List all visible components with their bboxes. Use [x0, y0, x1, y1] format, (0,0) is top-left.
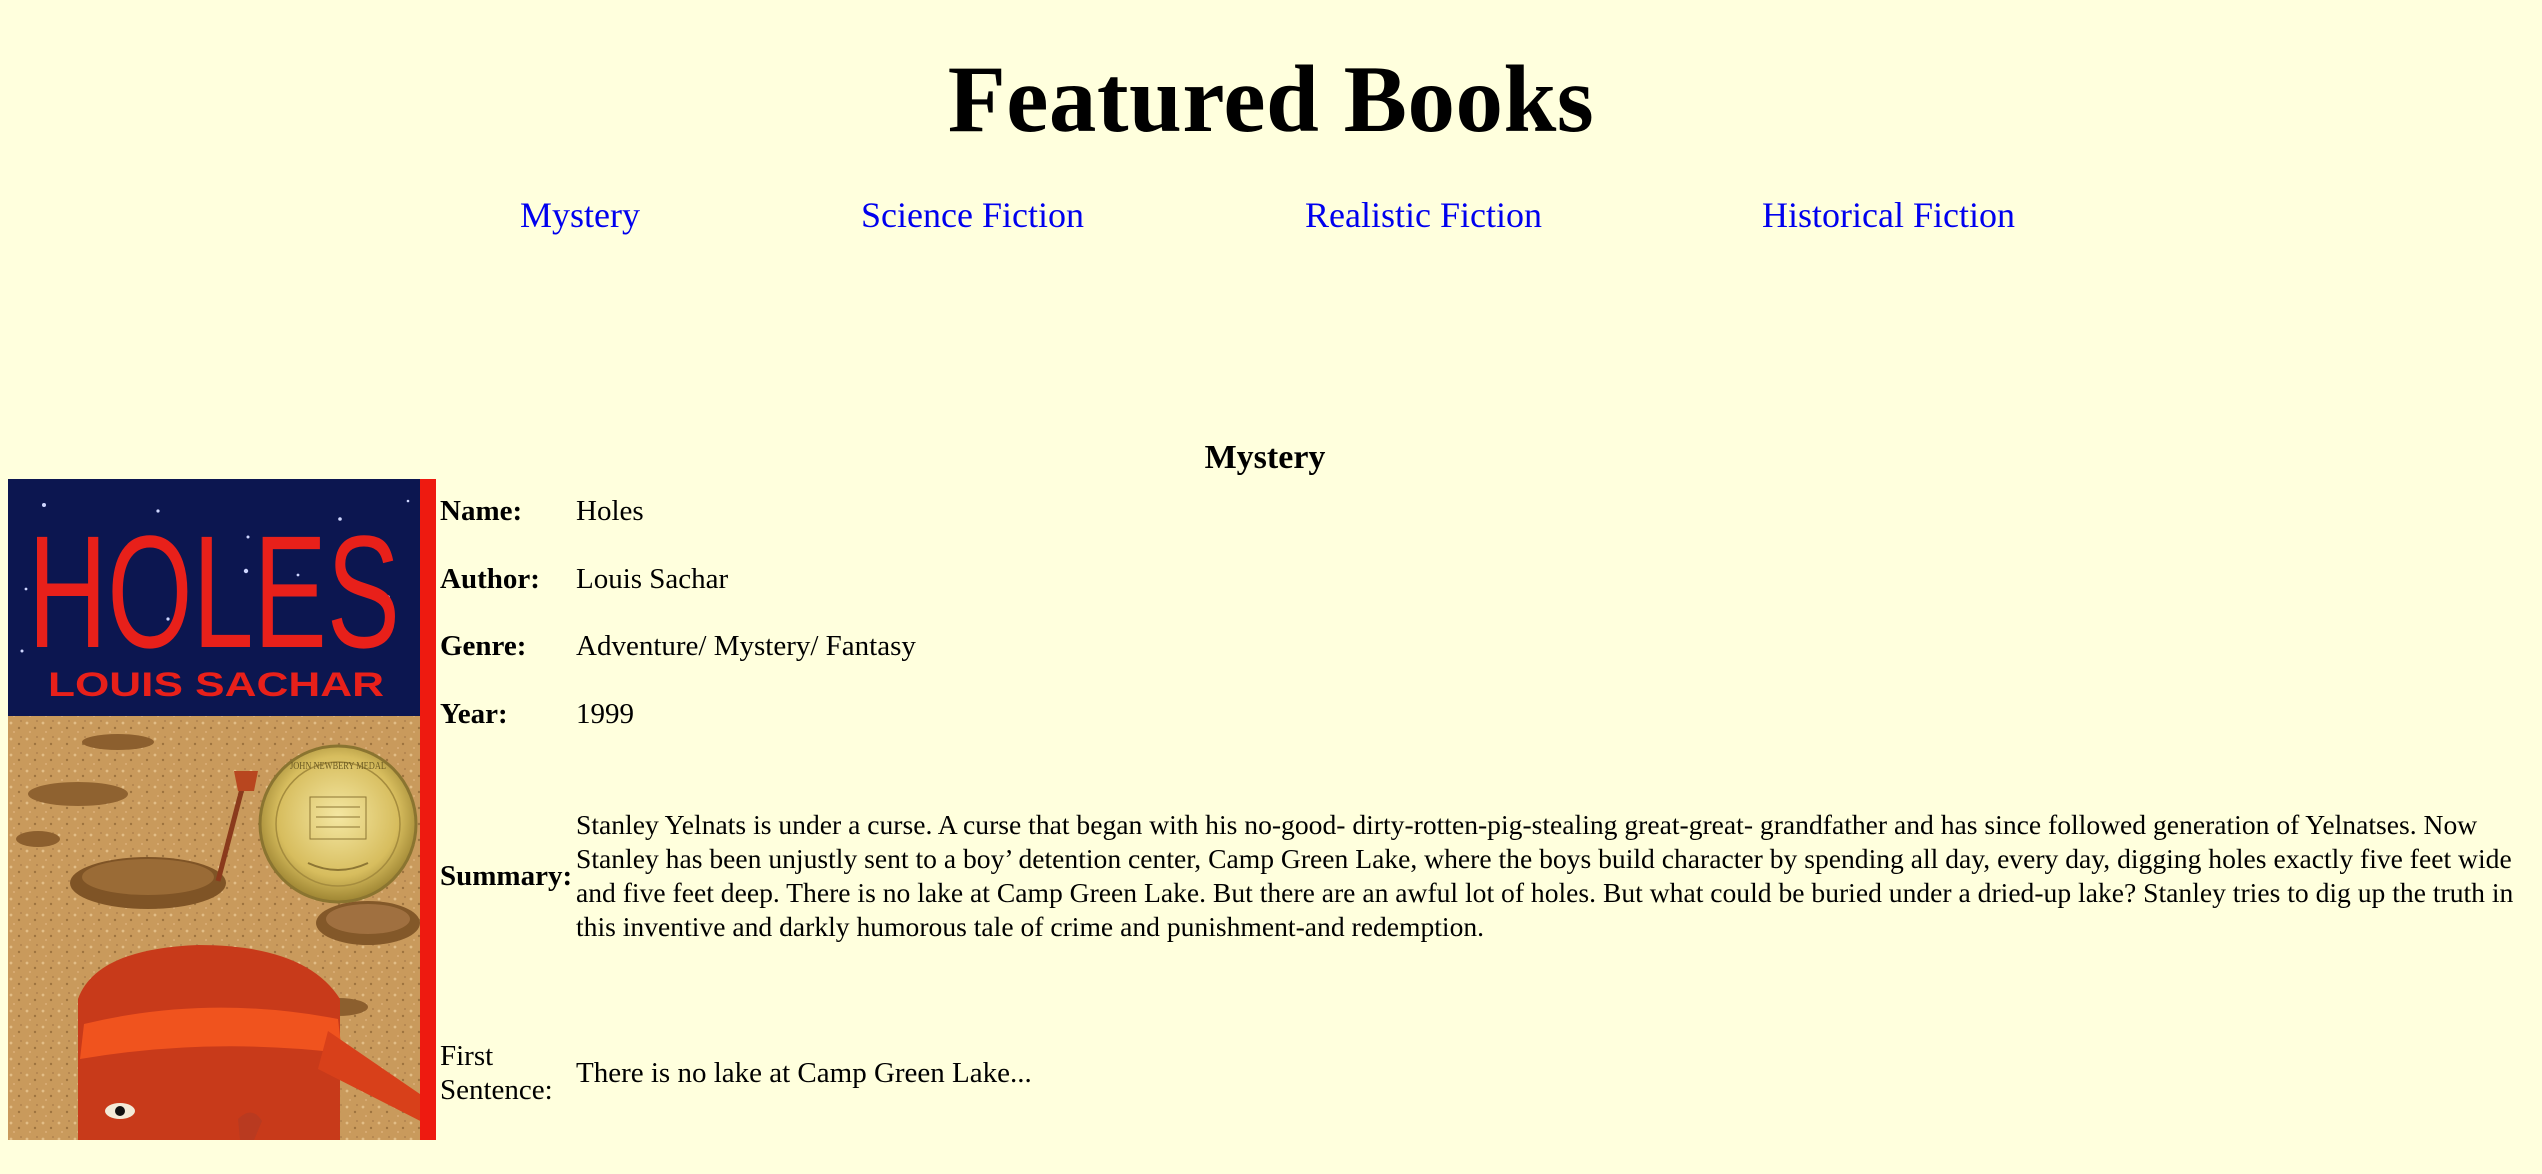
author-label: Author:	[440, 563, 540, 595]
book-genre-value: Adventure/ Mystery/ Fantasy	[576, 630, 916, 662]
nav-link-realistic-fiction[interactable]: Realistic Fiction	[1305, 190, 1542, 240]
page-title: Featured Books	[947, 46, 1595, 152]
cover-title-text: HOLES	[28, 502, 400, 681]
name-label: Name:	[440, 495, 523, 527]
first-sentence-label-line2: Sentence:	[440, 1074, 553, 1106]
book-entry: HOLES LOUIS SACHAR JOHN NEWBERY MEDAL Na…	[8, 479, 2538, 1140]
summary-label: Summary:	[440, 860, 573, 892]
year-label: Year:	[440, 698, 508, 730]
first-sentence-label-line1: First	[440, 1040, 494, 1072]
genre-label: Genre:	[440, 630, 527, 662]
genre-nav: Mystery Science Fiction Realistic Fictio…	[0, 190, 2542, 240]
nav-link-historical-fiction[interactable]: Historical Fiction	[1762, 190, 2015, 240]
book-author-value: Louis Sachar	[576, 563, 729, 595]
book-year-value: 1999	[576, 698, 634, 730]
book-cover-image: HOLES LOUIS SACHAR JOHN NEWBERY MEDAL	[8, 479, 436, 1140]
first-sentence-label: First Sentence:	[440, 1039, 553, 1107]
book-name-value: Holes	[576, 495, 644, 527]
cover-red-spine	[420, 479, 436, 1140]
cover-medal-text: JOHN NEWBERY MEDAL	[290, 760, 386, 772]
cover-author-text: LOUIS SACHAR	[48, 666, 384, 704]
cover-newbery-medal: JOHN NEWBERY MEDAL	[258, 744, 418, 904]
section-heading: Mystery	[1204, 439, 1326, 476]
nav-link-science-fiction[interactable]: Science Fiction	[861, 190, 1084, 240]
nav-link-mystery[interactable]: Mystery	[520, 190, 640, 240]
book-first-sentence-value: There is no lake at Camp Green Lake...	[576, 1057, 1032, 1089]
book-summary-value: Stanley Yelnats is under a curse. A curs…	[576, 809, 2514, 942]
